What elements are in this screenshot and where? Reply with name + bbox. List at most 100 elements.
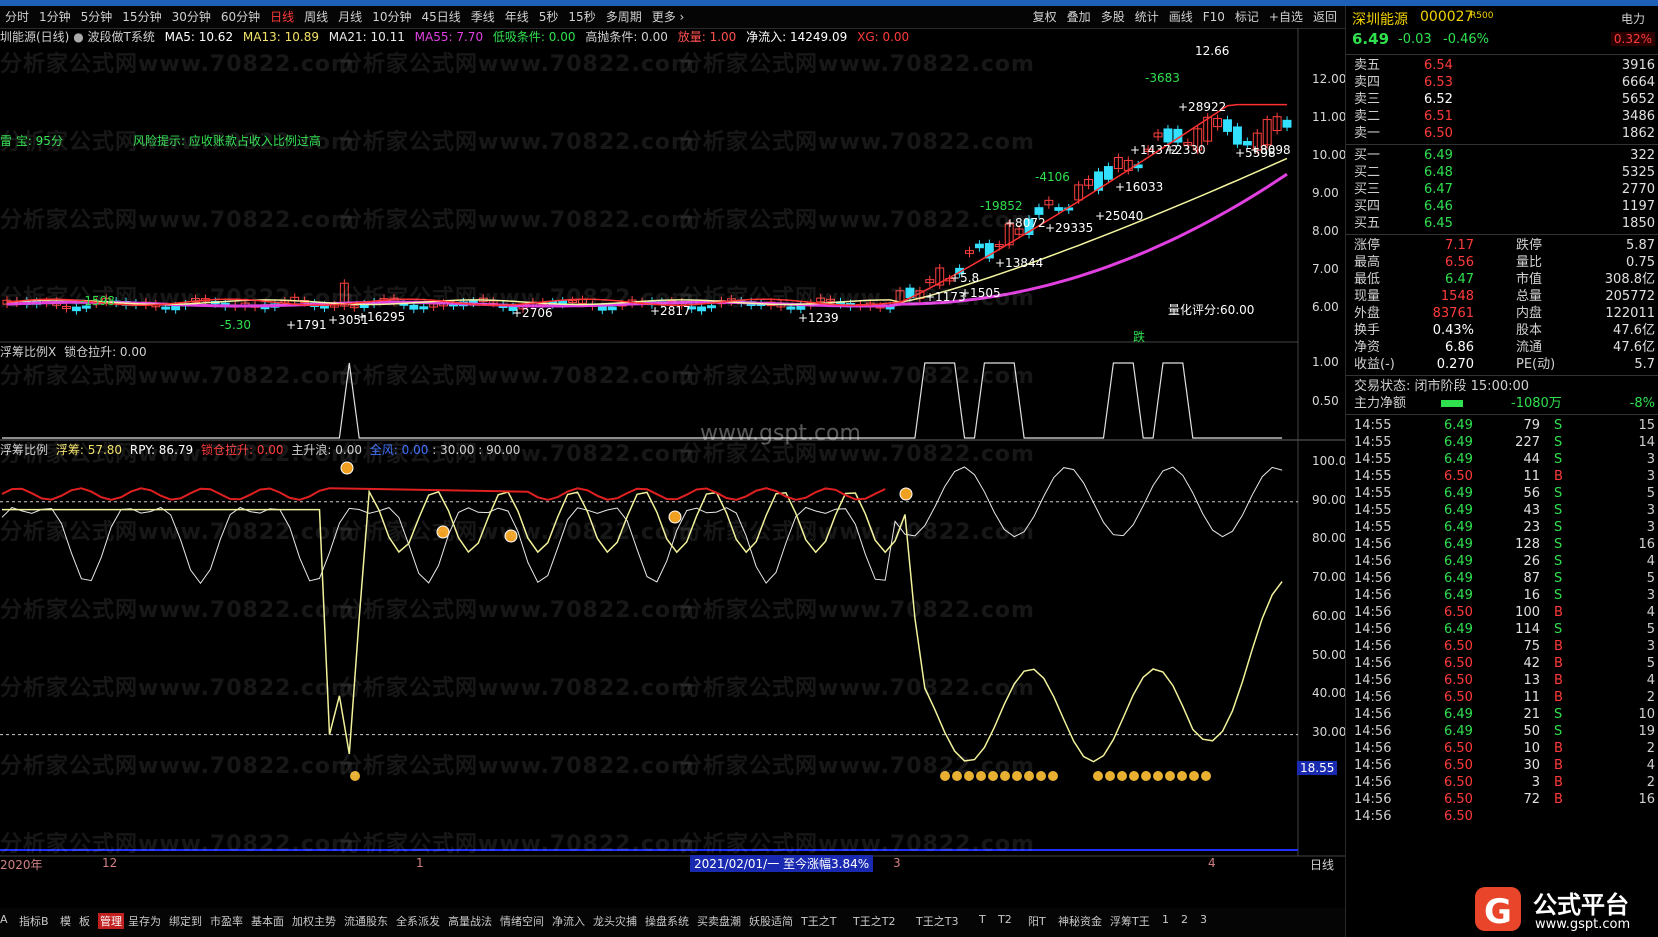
tick-side: B xyxy=(1554,758,1563,773)
stats-row: 换手 0.43% 股本 47.6亿 xyxy=(1346,322,1658,339)
ask-row[interactable]: 卖四 6.53 6664 xyxy=(1346,74,1658,91)
indicator-tab-7[interactable]: 市盈率 xyxy=(210,913,243,929)
bid-row[interactable]: 买五 6.45 1850 xyxy=(1346,215,1658,232)
period-6[interactable]: 日线 xyxy=(265,6,299,28)
bid-row[interactable]: 买二 6.48 5325 xyxy=(1346,164,1658,181)
indicator-tab-2[interactable]: 模 xyxy=(60,913,71,929)
tick-volume: 13 xyxy=(1523,673,1540,688)
tool-7[interactable]: +自选 xyxy=(1264,6,1308,28)
candle-body xyxy=(1282,119,1292,128)
period-13[interactable]: 5秒 xyxy=(534,6,564,28)
indicator-tab-0[interactable]: A xyxy=(0,913,8,926)
indicator-tab-3[interactable]: 板 xyxy=(79,913,90,929)
tick-side: S xyxy=(1554,418,1563,433)
indicator-tab-1[interactable]: 指标B xyxy=(19,913,49,929)
ask-row[interactable]: 卖二 6.51 3486 xyxy=(1346,108,1658,125)
tick-volume: 227 xyxy=(1515,435,1540,450)
period-5[interactable]: 60分钟 xyxy=(216,6,265,28)
stat-value: 6.86 xyxy=(1445,340,1474,355)
period-8[interactable]: 月线 xyxy=(333,6,367,28)
indicator-tab-25[interactable]: 神秘资金 xyxy=(1058,913,1102,929)
tool-1[interactable]: 叠加 xyxy=(1062,6,1096,28)
indicator-tab-9[interactable]: 加权主势 xyxy=(292,913,336,929)
indicator-tab-13[interactable]: 情绪空间 xyxy=(500,913,544,929)
candle-flow-label: +1791 xyxy=(286,318,327,332)
bid-row[interactable]: 买四 6.46 1197 xyxy=(1346,198,1658,215)
indicator-tab-15[interactable]: 龙头灾捕 xyxy=(593,913,637,929)
indicator-tab-23[interactable]: T2 xyxy=(998,913,1012,926)
indicator-tab-11[interactable]: 全系派发 xyxy=(396,913,440,929)
watermark-text: 分析家公式网www.70822.com xyxy=(680,598,1035,623)
indicator-tab-4[interactable]: 管理 xyxy=(98,913,124,929)
sector-label[interactable]: 电力 xyxy=(1621,10,1645,27)
kline-chart[interactable]: 圳能源(日线) ● 波段做T系统 MA5: 10.62 MA13: 10.89 … xyxy=(0,28,1347,908)
indicator-tab-14[interactable]: 净流入 xyxy=(552,913,585,929)
period-4[interactable]: 30分钟 xyxy=(167,6,216,28)
indicator-tab-5[interactable]: 呈存为 xyxy=(128,913,161,929)
tool-6[interactable]: 标记 xyxy=(1230,6,1264,28)
indicator-tab-26[interactable]: 浮筹T王 xyxy=(1110,913,1150,929)
ask-row[interactable]: 卖一 6.50 1862 xyxy=(1346,125,1658,142)
period-1[interactable]: 1分钟 xyxy=(34,6,76,28)
tick-side: B xyxy=(1554,690,1563,705)
indicator-tab-16[interactable]: 操盘系统 xyxy=(645,913,689,929)
tick-list[interactable]: 14:55 6.49 79 S 15 14:55 6.49 227 S 14 14:55 6.49 44… xyxy=(1346,417,1658,825)
indicator-tab-19[interactable]: T王之T xyxy=(801,913,836,929)
tool-8[interactable]: 返回 xyxy=(1308,6,1342,28)
tick-count: 4 xyxy=(1646,605,1655,620)
period-2[interactable]: 5分钟 xyxy=(76,6,118,28)
period-7[interactable]: 周线 xyxy=(299,6,333,28)
high-condition: 高抛条件: 0.00 xyxy=(585,30,668,44)
indicator-tab-29[interactable]: 3 xyxy=(1200,913,1207,926)
indicator-tab-24[interactable]: 阳T xyxy=(1028,913,1046,929)
period-10[interactable]: 45日线 xyxy=(416,6,465,28)
tick-price: 6.50 xyxy=(1444,741,1473,756)
tool-0[interactable]: 复权 xyxy=(1028,6,1062,28)
bid-row[interactable]: 买一 6.49 322 xyxy=(1346,147,1658,164)
indicator-tab-21[interactable]: T王之T3 xyxy=(916,913,958,929)
candle-flow-label: -3683 xyxy=(1145,71,1180,85)
period-3[interactable]: 15分钟 xyxy=(117,6,166,28)
indicator-tab-6[interactable]: 绑定到 xyxy=(169,913,202,929)
ask-row[interactable]: 卖三 6.52 5652 xyxy=(1346,91,1658,108)
tick-price: 6.49 xyxy=(1444,571,1473,586)
ask-row[interactable]: 卖五 6.54 3916 xyxy=(1346,57,1658,74)
watermark-text: 分析家公式网www.70822.com xyxy=(340,676,695,701)
indicator-tab-20[interactable]: T王之T2 xyxy=(853,913,895,929)
indicator-tab-22[interactable]: T xyxy=(979,913,986,926)
quant-score: 量化评分:60.00 xyxy=(1168,303,1255,317)
tick-price: 6.49 xyxy=(1444,503,1473,518)
period-15[interactable]: 多周期 xyxy=(601,6,647,28)
stat-value-2: 5.7 xyxy=(1634,357,1655,372)
tick-volume: 16 xyxy=(1523,588,1540,603)
indicator-tab-8[interactable]: 基本面 xyxy=(251,913,284,929)
tool-2[interactable]: 多股 xyxy=(1096,6,1130,28)
stat-value: 7.17 xyxy=(1445,238,1474,253)
tick-count: 16 xyxy=(1638,537,1655,552)
period-9[interactable]: 10分钟 xyxy=(367,6,416,28)
indicator-tab-17[interactable]: 买卖盘潮 xyxy=(697,913,741,929)
tick-side: B xyxy=(1554,605,1563,620)
tick-side: S xyxy=(1554,537,1563,552)
indicator-tab-10[interactable]: 流通股东 xyxy=(344,913,388,929)
indicator-tab-18[interactable]: 妖股适简 xyxy=(749,913,793,929)
tick-count: 2 xyxy=(1646,775,1655,790)
indicator-info-bar: 圳能源(日线) ● 波段做T系统 MA5: 10.62 MA13: 10.89 … xyxy=(0,28,909,45)
indicator-tab-27[interactable]: 1 xyxy=(1162,913,1169,926)
indicator-tab-28[interactable]: 2 xyxy=(1181,913,1188,926)
sub2-axis-label: 30.00 xyxy=(1312,725,1347,739)
tick-volume: 23 xyxy=(1523,520,1540,535)
indicator-tab-12[interactable]: 高量战法 xyxy=(448,913,492,929)
bid-row[interactable]: 买三 6.47 2770 xyxy=(1346,181,1658,198)
period-14[interactable]: 15秒 xyxy=(563,6,600,28)
tool-3[interactable]: 统计 xyxy=(1130,6,1164,28)
tick-time: 14:56 xyxy=(1354,622,1392,637)
tool-5[interactable]: F10 xyxy=(1198,6,1230,28)
period-12[interactable]: 年线 xyxy=(500,6,534,28)
logo-text: 公式平台 xyxy=(1533,891,1629,919)
candle-flow-label: +13844 xyxy=(995,256,1044,270)
tool-4[interactable]: 画线 xyxy=(1164,6,1198,28)
period-11[interactable]: 季线 xyxy=(466,6,500,28)
period-16[interactable]: 更多 › xyxy=(647,6,690,28)
period-0[interactable]: 分时 xyxy=(0,6,34,28)
